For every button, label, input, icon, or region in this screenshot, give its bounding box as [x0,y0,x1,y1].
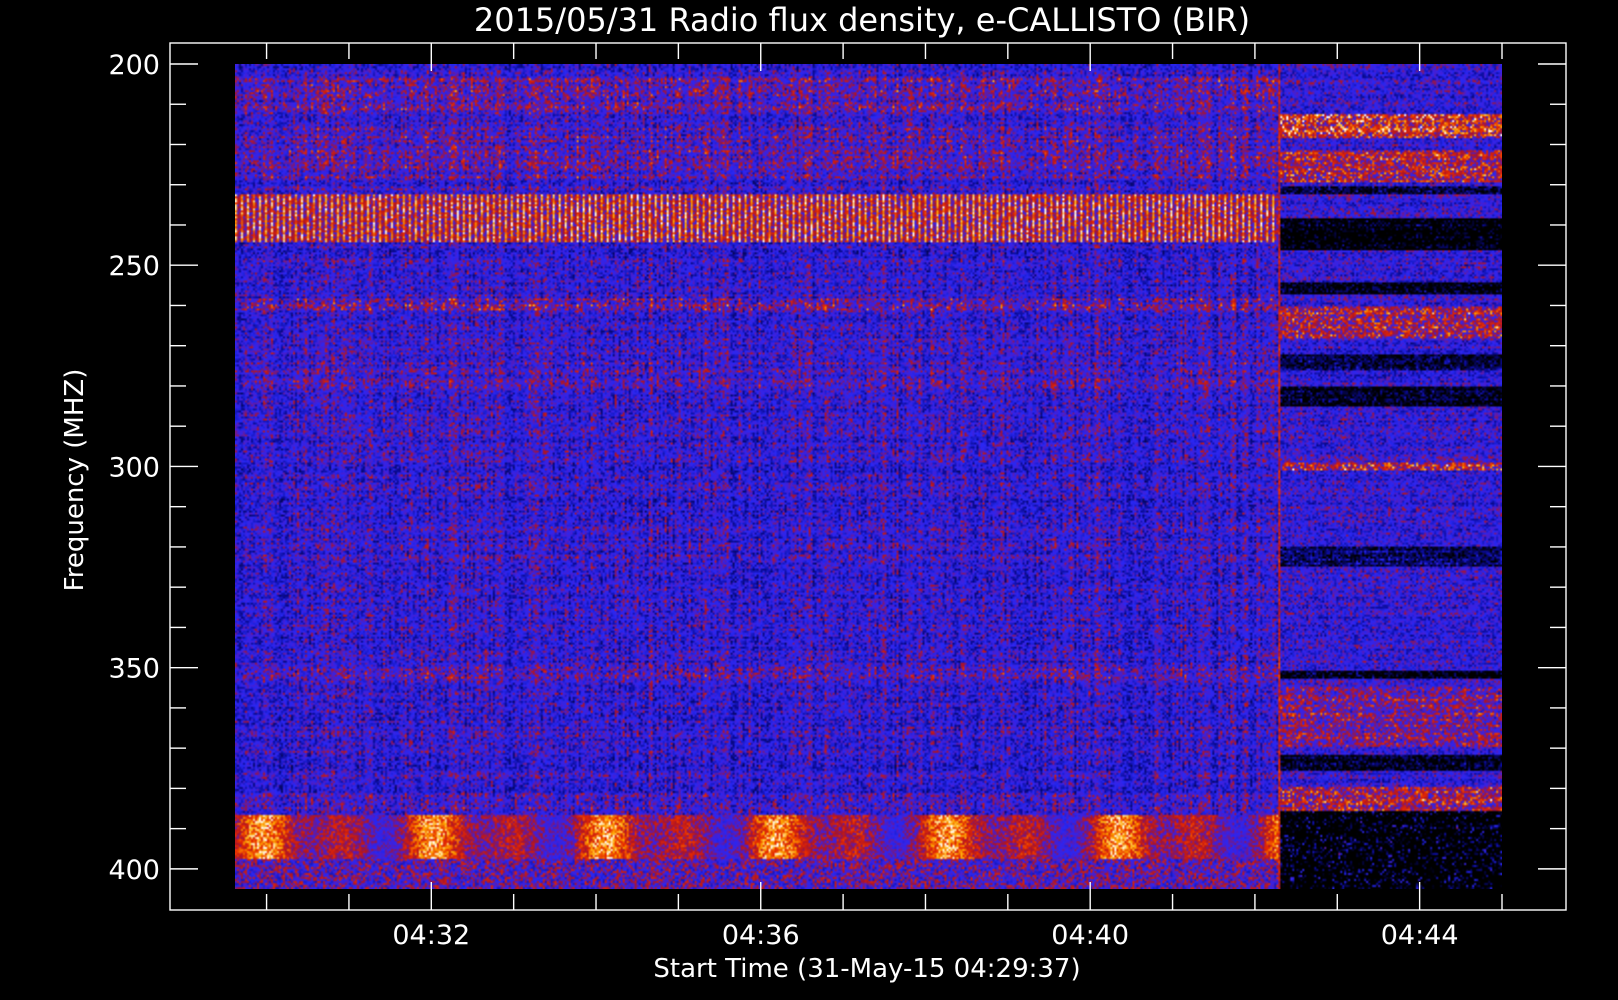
spectrogram-heatmap [235,64,1502,889]
spectrogram-figure: 2015/05/31 Radio flux density, e-CALLIST… [60,1,1567,984]
x-tick-label: 04:36 [722,920,800,951]
y-tick-label: 200 [108,50,160,81]
y-tick-label: 400 [108,855,160,886]
y-axis-label: Frequency (MHZ) [60,369,90,592]
chart-title: 2015/05/31 Radio flux density, e-CALLIST… [474,1,1250,39]
x-tick-label: 04:40 [1051,920,1129,951]
y-tick-label: 350 [108,654,160,685]
y-tick-label: 300 [108,452,160,483]
x-tick-label: 04:44 [1381,920,1459,951]
x-axis-label: Start Time (31-May-15 04:29:37) [653,954,1080,984]
x-tick-label: 04:32 [392,920,470,951]
y-tick-label: 250 [108,251,160,282]
